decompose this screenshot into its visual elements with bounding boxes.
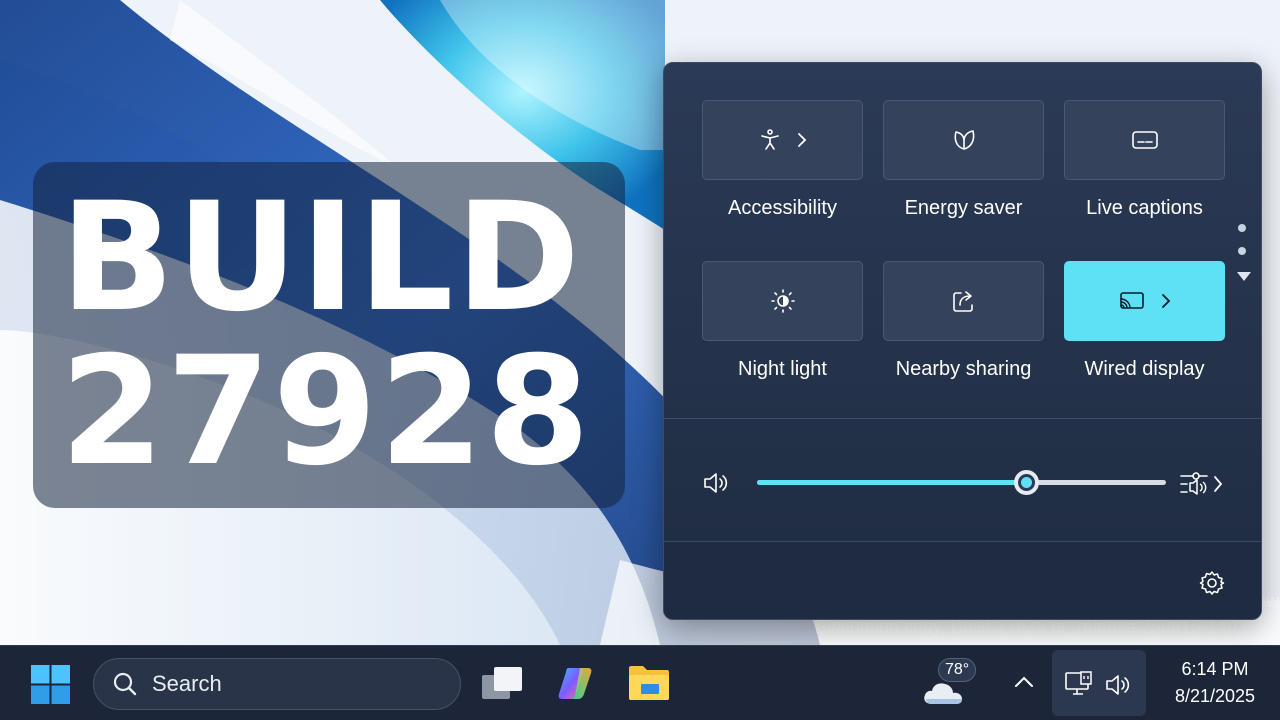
live-captions-label: Live captions: [1086, 197, 1203, 219]
accessibility-label: Accessibility: [728, 197, 837, 219]
energy-saver-tile[interactable]: [883, 100, 1044, 180]
taskbar-search-box[interactable]: Search: [93, 658, 461, 710]
nearby-sharing-tile[interactable]: [883, 261, 1044, 341]
volume-slider[interactable]: [757, 470, 1166, 495]
start-windows-icon[interactable]: [31, 665, 70, 704]
search-icon: [113, 672, 137, 696]
share-icon: [952, 291, 973, 312]
search-placeholder: Search: [152, 671, 222, 696]
chevron-right-icon[interactable]: [1212, 475, 1224, 493]
build-title-line1: BUILD: [60, 171, 583, 345]
desktop-watermark: Evaluation copy. Build 27928.br_release.…: [815, 617, 1247, 637]
night-light-tile[interactable]: [702, 261, 863, 341]
clock-time[interactable]: 6:14 PM: [1160, 659, 1270, 680]
file-explorer-icon[interactable]: [627, 664, 671, 702]
next-page-arrow-icon[interactable]: [1237, 272, 1251, 281]
night-light-label: Night light: [738, 358, 827, 380]
volume-slider-thumb[interactable]: [1014, 470, 1040, 495]
wired-display-tile[interactable]: [1064, 261, 1225, 341]
leaf-icon: [953, 130, 974, 150]
network-wired-icon: [1065, 671, 1092, 695]
live-captions-tile[interactable]: [1064, 100, 1225, 180]
cast-icon: [1119, 292, 1144, 309]
volume-icon: [1106, 675, 1130, 695]
speaker-icon[interactable]: [702, 470, 734, 496]
accessibility-tile[interactable]: [702, 100, 863, 180]
system-tray-quick-settings-button[interactable]: [1052, 650, 1146, 716]
chevron-right-icon[interactable]: [1160, 293, 1172, 309]
chevron-right-icon[interactable]: [796, 132, 808, 148]
page-indicator-dot-2[interactable]: [1238, 247, 1246, 255]
quick-settings-footer: [664, 541, 1261, 619]
clock-date[interactable]: 8/21/2025: [1150, 686, 1280, 707]
panel-divider: [664, 418, 1261, 419]
page-indicator-dot-1[interactable]: [1238, 224, 1246, 232]
copilot-icon[interactable]: [556, 664, 594, 702]
energy-saver-label: Energy saver: [904, 197, 1023, 219]
brightness-icon: [770, 289, 795, 313]
nearby-sharing-label: Nearby sharing: [895, 358, 1032, 380]
build-number-title: 27928: [60, 325, 592, 499]
weather-temperature-badge[interactable]: 78°: [938, 658, 977, 682]
taskbar: Search 78° 6:14 PM 8/21/2025: [0, 645, 1280, 720]
show-hidden-icons-chevron-up-icon[interactable]: [1013, 674, 1035, 690]
wired-display-label: Wired display: [1084, 358, 1205, 380]
volume-slider-fill: [757, 480, 1027, 485]
settings-gear-icon[interactable]: [1199, 570, 1225, 596]
accessibility-icon: [760, 129, 779, 150]
task-view-icon[interactable]: [480, 663, 524, 703]
audio-output-icon[interactable]: [1179, 470, 1209, 498]
captions-icon: [1131, 131, 1158, 149]
quick-settings-panel: Accessibility Energy saver Live captions…: [663, 62, 1262, 620]
